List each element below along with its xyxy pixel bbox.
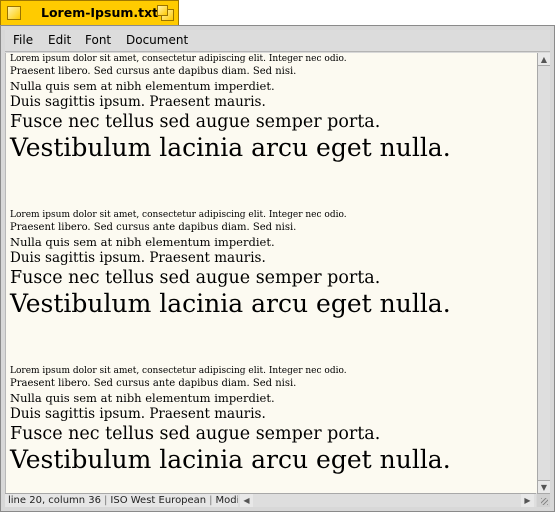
scroll-right-icon[interactable]: ▶ xyxy=(521,494,534,507)
window-frame: File Edit Font Document Lorem ipsum dolo… xyxy=(0,25,555,512)
status-state: Modified xyxy=(215,495,238,506)
text-line: Vestibulum lacinia arcu eget nulla. xyxy=(10,289,451,318)
scroll-up-icon[interactable]: ▲ xyxy=(538,53,550,66)
text-line: Vestibulum lacinia arcu eget nulla. xyxy=(10,133,451,162)
window-tab[interactable]: Lorem-Ipsum.txt xyxy=(0,0,179,26)
text-line: Fusce nec tellus sed augue semper porta. xyxy=(10,268,381,288)
text-line: Duis sagittis ipsum. Praesent mauris. xyxy=(10,94,266,110)
zoom-icon[interactable] xyxy=(157,5,175,22)
text-line: Fusce nec tellus sed augue semper porta. xyxy=(10,112,381,132)
window-title: Lorem-Ipsum.txt xyxy=(41,5,159,20)
text-line: Fusce nec tellus sed augue semper porta. xyxy=(10,424,381,444)
vertical-scrollbar[interactable]: ▲ ▼ xyxy=(537,53,550,493)
menu-edit[interactable]: Edit xyxy=(48,33,71,47)
close-icon[interactable] xyxy=(7,6,21,20)
menu-document[interactable]: Document xyxy=(126,33,188,47)
horizontal-scrollbar[interactable]: ◀ ▶ xyxy=(238,493,536,507)
text-line: Nulla quis sem at nibh elementum imperdi… xyxy=(10,391,275,405)
text-line: Vestibulum lacinia arcu eget nulla. xyxy=(10,445,451,474)
text-line: Praesent libero. Sed cursus ante dapibus… xyxy=(10,378,297,389)
text-view[interactable]: Lorem ipsum dolor sit amet, consectetur … xyxy=(5,53,537,493)
menu-font[interactable]: Font xyxy=(85,33,111,47)
menu-file[interactable]: File xyxy=(13,33,33,47)
text-line: Nulla quis sem at nibh elementum imperdi… xyxy=(10,79,275,93)
text-line: Praesent libero. Sed cursus ante dapibus… xyxy=(10,66,297,77)
status-position: line 20, column 36 xyxy=(8,495,102,506)
scroll-left-icon[interactable]: ◀ xyxy=(240,494,253,507)
status-encoding[interactable]: ISO West European xyxy=(107,495,209,506)
status-bar: line 20, column 36 | ISO West European | Mod… xyxy=(5,493,238,507)
text-line: Nulla quis sem at nibh elementum imperdi… xyxy=(10,235,275,249)
text-line: Duis sagittis ipsum. Praesent mauris. xyxy=(10,250,266,266)
scroll-down-icon[interactable]: ▼ xyxy=(538,480,550,493)
text-line: Lorem ipsum dolor sit amet, consectetur … xyxy=(10,366,347,376)
menu-bar: File Edit Font Document xyxy=(5,30,550,52)
text-line: Lorem ipsum dolor sit amet, consectetur … xyxy=(10,54,347,64)
resize-grip-icon[interactable] xyxy=(537,493,550,507)
text-line: Praesent libero. Sed cursus ante dapibus… xyxy=(10,222,297,233)
text-line: Lorem ipsum dolor sit amet, consectetur … xyxy=(10,210,347,220)
text-line: Duis sagittis ipsum. Praesent mauris. xyxy=(10,406,266,422)
